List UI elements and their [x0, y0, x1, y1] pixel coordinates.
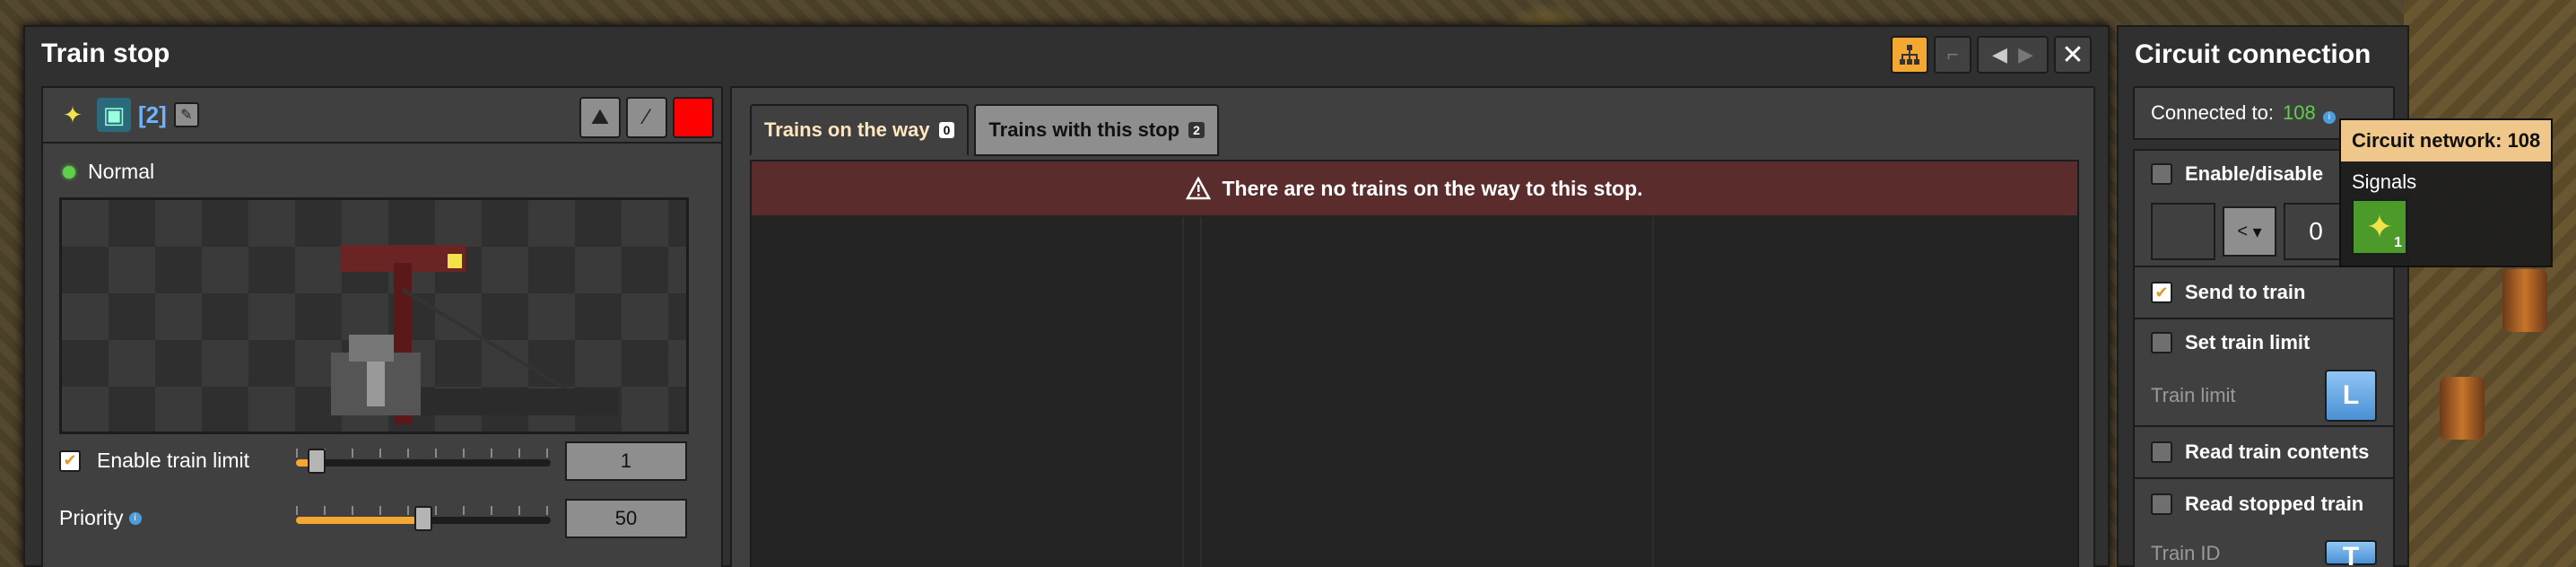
nav-arrows[interactable]: ◀ ▶	[1977, 36, 2049, 74]
prev-arrow-icon[interactable]: ◀	[1992, 43, 2007, 66]
priority-label: Priority	[59, 506, 124, 529]
color-picker-icon[interactable]: ⁄	[626, 97, 667, 138]
edit-name-icon[interactable]: ✎	[173, 102, 199, 127]
train-limit-input[interactable]: 1	[565, 441, 687, 481]
circuit-title: Circuit connection	[2135, 39, 2371, 69]
read-stopped-train-checkbox[interactable]	[2151, 493, 2172, 515]
tooltip-title: Circuit network: 108	[2341, 120, 2551, 161]
stop-name-row: ✦ ▣ [2] ✎ ⛰ ⁄	[43, 88, 721, 144]
enable-disable-label: Enable/disable	[2185, 162, 2324, 185]
tab-trains-on-the-way[interactable]: Trains on the way 0	[750, 104, 970, 156]
tab-count-badge: 0	[938, 122, 955, 138]
barrel-decoration	[2440, 377, 2485, 440]
comparator-select[interactable]: < ▾	[2223, 206, 2276, 257]
read-stopped-train-label: Read stopped train	[2185, 493, 2364, 515]
window-title: Train stop	[41, 39, 170, 68]
tab-count-badge: 2	[1188, 122, 1205, 138]
connected-label: Connected to:	[2151, 101, 2274, 124]
network-id[interactable]: 108	[2283, 101, 2316, 124]
slider-track	[296, 459, 551, 467]
enable-train-limit-row: ✔ Enable train limit	[59, 449, 249, 473]
barrel-decoration	[2502, 269, 2547, 332]
train-limit-slider[interactable]	[296, 441, 551, 486]
entity-preview	[59, 197, 689, 434]
enable-disable-checkbox[interactable]	[2151, 163, 2172, 185]
map-icon[interactable]: ⛰	[579, 97, 621, 138]
circuit-connection-window: Circuit connection Connected to: 108 i E…	[2117, 25, 2409, 567]
rss-icon[interactable]: ⌐	[1934, 36, 1971, 74]
slider-fill	[296, 517, 423, 524]
title-actions: ⌐ ◀ ▶ ✕	[1891, 36, 2092, 74]
enable-train-limit-label: Enable train limit	[97, 449, 250, 472]
read-train-contents-checkbox[interactable]	[2151, 441, 2172, 463]
tab-trains-with-this-stop[interactable]: Trains with this stop 2	[974, 104, 1219, 156]
warning-icon	[1186, 177, 1212, 200]
info-icon[interactable]: i	[2322, 111, 2336, 124]
trains-tabs: Trains on the way 0 Trains with this sto…	[750, 104, 1219, 156]
comparator-value: <	[2237, 221, 2249, 241]
tooltip-subtitle: Signals	[2352, 170, 2417, 193]
send-to-train-checkbox[interactable]: ✔	[2151, 282, 2172, 303]
status-text: Normal	[88, 160, 155, 183]
crystal-signal-icon: ✦	[63, 100, 83, 128]
column-divider	[1652, 217, 1654, 567]
set-train-limit-label: Set train limit	[2185, 331, 2311, 353]
read-train-contents-row: Read train contents	[2135, 427, 2393, 477]
signal-count: 1	[2394, 235, 2402, 250]
trains-panel: Trains on the way 0 Trains with this sto…	[730, 86, 2095, 567]
tab-label: Trains on the way	[764, 118, 930, 141]
slider-knob[interactable]	[414, 506, 432, 531]
read-stopped-train-row: Read stopped train	[2135, 479, 2393, 529]
circuit-network-tooltip: Circuit network: 108 Signals ✦ 1	[2339, 118, 2553, 267]
status-dot	[63, 165, 75, 179]
warning-text: There are no trains on the way to this s…	[1222, 176, 1643, 200]
column-divider	[1200, 217, 1202, 567]
tab-label: Trains with this stop	[988, 118, 1180, 141]
train-stop-window: Train stop ⌐ ◀ ▶ ✕ ✦ ▣ [2] ✎ ⛰ ⁄ Normal …	[23, 25, 2110, 567]
column-divider	[1182, 217, 1184, 567]
locomotive-icon: ▣	[97, 98, 131, 132]
info-icon[interactable]: i	[128, 511, 142, 525]
trains-list: There are no trains on the way to this s…	[750, 160, 2079, 567]
set-train-limit-checkbox[interactable]	[2151, 332, 2172, 353]
train-id-signal-button[interactable]: T	[2325, 540, 2377, 567]
train-limit-signal-button[interactable]: L	[2325, 370, 2377, 422]
stop-actions: ⛰ ⁄	[579, 97, 714, 138]
train-limit-signal-row: Train limit L	[2135, 366, 2393, 425]
station-color-button[interactable]	[673, 97, 714, 138]
priority-slider[interactable]	[296, 499, 551, 544]
train-limit-label: Train limit	[2151, 384, 2236, 406]
train-stop-entity-image	[331, 245, 618, 424]
crystal-signal-icon: ✦ 1	[2352, 199, 2407, 255]
enable-train-limit-checkbox[interactable]: ✔	[59, 449, 81, 472]
train-stop-panel: ✦ ▣ [2] ✎ ⛰ ⁄ Normal ✔ Enable train limi…	[41, 86, 723, 567]
priority-row: Priority i	[59, 506, 142, 530]
slider-knob[interactable]	[308, 449, 326, 474]
window-titlebar[interactable]: Train stop ⌐ ◀ ▶ ✕	[25, 27, 2108, 81]
signal-slot[interactable]	[2151, 203, 2215, 260]
slider-ticks	[296, 449, 551, 458]
send-to-train-row: ✔ Send to train	[2135, 267, 2393, 318]
train-id-row: Train ID T	[2135, 529, 2393, 567]
priority-input[interactable]: 50	[565, 499, 687, 538]
stop-name: [2]	[138, 100, 167, 128]
status-indicator: Normal	[63, 160, 154, 184]
read-train-contents-label: Read train contents	[2185, 441, 2370, 463]
game-world-right	[2404, 0, 2576, 567]
set-train-limit-row: Set train limit	[2135, 319, 2393, 366]
train-id-label: Train ID	[2151, 542, 2221, 564]
send-to-train-label: Send to train	[2185, 281, 2306, 303]
next-arrow-icon[interactable]: ▶	[2018, 43, 2033, 66]
no-trains-warning: There are no trains on the way to this s…	[752, 161, 2077, 215]
close-icon[interactable]: ✕	[2054, 36, 2092, 74]
network-icon[interactable]	[1891, 36, 1928, 74]
